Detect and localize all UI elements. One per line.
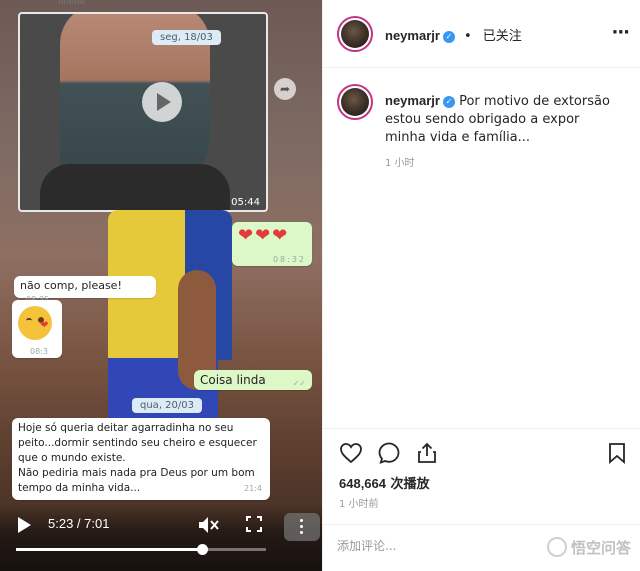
- thumbnail-figure-lower: [40, 164, 230, 210]
- post-side-panel: neymarjr ✓ • 已关注 ··· neymarjr ✓ Por motivo…: [322, 0, 640, 571]
- video-time-display: 5:23 / 7:01: [48, 516, 110, 531]
- chat-bubble-kiss-emoji: ❤ 08:3: [12, 300, 62, 358]
- view-count[interactable]: 648,664 次播放: [339, 473, 430, 492]
- play-icon[interactable]: [18, 517, 31, 533]
- header-name-row: neymarjr ✓ • 已关注: [385, 25, 522, 44]
- chat-date-chip: seg, 18/03: [152, 30, 221, 45]
- fullscreen-icon[interactable]: [246, 516, 262, 532]
- more-options-icon[interactable]: ···: [611, 22, 629, 43]
- chat-date-chip: qua, 20/03: [132, 398, 202, 413]
- muted-speaker-icon[interactable]: [198, 515, 220, 535]
- username-link[interactable]: neymarjr: [385, 93, 440, 108]
- verified-badge-icon: ✓: [442, 31, 455, 43]
- view-count-suffix: 次播放: [386, 477, 430, 492]
- forward-icon: ➦: [274, 78, 296, 100]
- bookmark-icon[interactable]: [605, 441, 629, 465]
- instagram-post-view: online seg, 18/03 05:44 ➦ ❤❤❤ 08:32 não …: [0, 0, 640, 571]
- bubble-text: Hoje só queria deitar agarradinha no seu…: [18, 422, 257, 494]
- hearts-emoji: ❤❤❤: [238, 225, 290, 246]
- watermark-logo-icon: [546, 537, 567, 557]
- chat-bubble-long-message: Hoje só queria deitar agarradinha no seu…: [12, 418, 270, 500]
- view-count-number: 648,664: [339, 476, 386, 491]
- share-icon[interactable]: [415, 441, 439, 465]
- video-player[interactable]: online seg, 18/03 05:44 ➦ ❤❤❤ 08:32 não …: [0, 0, 322, 571]
- post-timestamp: 1 小时前: [339, 499, 379, 510]
- video-controls: 5:23 / 7:01: [0, 505, 322, 571]
- bubble-text: Coisa linda: [200, 373, 266, 387]
- bubble-text: não comp, please!: [20, 279, 122, 292]
- caption-text-block: neymarjr ✓ Por motivo de extorsão estou s…: [385, 92, 623, 147]
- caption-timestamp: 1 小时: [385, 158, 415, 169]
- more-options-icon[interactable]: [284, 513, 320, 541]
- watermark-text: 悟空问答: [570, 539, 631, 557]
- thumbnail-duration: 05:44: [231, 197, 260, 208]
- chat-video-thumbnail: seg, 18/03 05:44: [18, 12, 268, 212]
- bubble-time: 21:4: [244, 484, 262, 493]
- avatar[interactable]: [337, 16, 373, 52]
- read-ticks-icon: ✓✓: [292, 379, 306, 388]
- heart-icon[interactable]: [339, 441, 363, 465]
- chat-bubble-nao-comp: não comp, please! 08:35: [14, 276, 156, 304]
- muted-speaker-svg: [199, 517, 219, 533]
- comment-input[interactable]: [337, 535, 507, 557]
- add-comment-bar: 悟空问答: [323, 524, 640, 571]
- chat-online-status: online: [58, 0, 86, 7]
- separator-dot: •: [464, 29, 472, 44]
- post-header: neymarjr ✓ • 已关注 ···: [323, 0, 640, 68]
- following-button[interactable]: 已关注: [483, 29, 522, 44]
- username-link[interactable]: neymarjr: [385, 28, 440, 43]
- emoji-heart-icon: ❤: [40, 320, 49, 331]
- bubble-time: 08:32: [272, 255, 306, 264]
- bubble-time: 08:3: [30, 347, 48, 356]
- chat-bubble-hearts: ❤❤❤ 08:32: [232, 222, 312, 266]
- comment-icon[interactable]: [377, 441, 401, 465]
- watermark: 悟空问答: [546, 537, 631, 558]
- video-progress-fill: [16, 548, 203, 551]
- play-circle-icon: [142, 82, 182, 122]
- post-actions: 648,664 次播放 1 小时前: [323, 428, 640, 524]
- avatar[interactable]: [337, 84, 373, 120]
- chat-bubble-coisa-linda: Coisa linda ✓✓: [194, 370, 312, 390]
- video-progress-bar[interactable]: [16, 544, 266, 555]
- verified-badge-icon: ✓: [442, 96, 455, 108]
- video-progress-knob[interactable]: [197, 544, 209, 555]
